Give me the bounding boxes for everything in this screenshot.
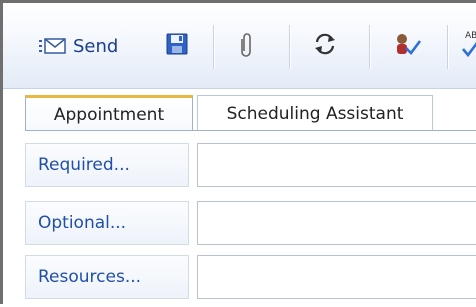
save-icon xyxy=(166,33,188,59)
required-row: Required... xyxy=(3,141,476,187)
tab-scheduling-assistant-label: Scheduling Assistant xyxy=(226,103,404,124)
spelling-icon: AB xyxy=(459,31,476,61)
toolbar-separator xyxy=(289,25,290,69)
toolbar-separator xyxy=(369,25,370,69)
optional-button[interactable]: Optional... xyxy=(25,201,189,245)
toolbar-separator xyxy=(447,25,448,69)
tab-scheduling-assistant[interactable]: Scheduling Assistant xyxy=(197,95,433,131)
spelling-button[interactable]: AB xyxy=(459,3,476,89)
save-button[interactable] xyxy=(161,3,193,89)
resources-input[interactable] xyxy=(197,255,476,299)
optional-label: Optional... xyxy=(38,213,127,233)
resources-label: Resources... xyxy=(38,267,142,287)
appointment-window: Send AB Appointment Scheduling Assistant… xyxy=(0,0,476,307)
toolbar-separator xyxy=(213,25,214,69)
attach-icon xyxy=(240,31,254,61)
recurrence-button[interactable] xyxy=(303,3,347,89)
send-label: Send xyxy=(73,35,119,57)
required-label: Required... xyxy=(38,155,130,175)
resources-button[interactable]: Resources... xyxy=(25,255,189,299)
required-button[interactable]: Required... xyxy=(25,143,189,187)
resources-row: Resources... xyxy=(3,253,476,299)
check-names-button[interactable] xyxy=(385,3,429,89)
required-input[interactable] xyxy=(197,143,476,187)
attendees-form: Required... Optional... Resources... xyxy=(3,131,476,307)
optional-row: Optional... xyxy=(3,199,476,245)
recurrence-icon xyxy=(312,31,338,61)
toolbar: Send AB xyxy=(3,3,476,89)
send-icon xyxy=(37,37,67,55)
tab-appointment-label: Appointment xyxy=(53,104,165,125)
send-button[interactable]: Send xyxy=(37,3,139,89)
optional-input[interactable] xyxy=(197,201,476,245)
tab-appointment[interactable]: Appointment xyxy=(25,95,193,131)
attach-button[interactable] xyxy=(229,3,265,89)
check-names-icon xyxy=(392,31,422,61)
